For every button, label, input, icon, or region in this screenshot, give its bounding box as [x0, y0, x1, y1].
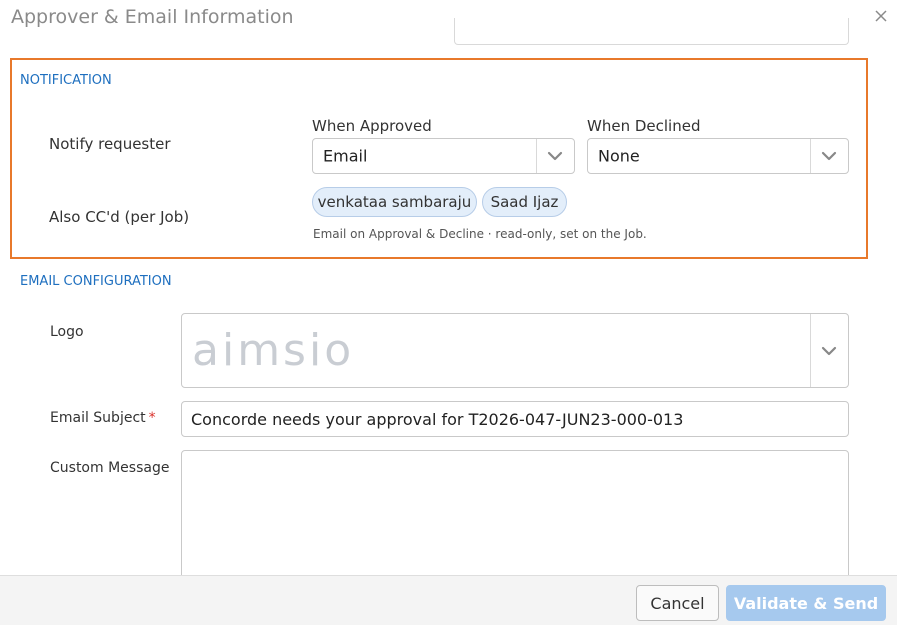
cc-chip[interactable]: venkataa sambaraju — [312, 187, 477, 217]
cancel-button[interactable]: Cancel — [636, 585, 719, 621]
select-divider — [536, 139, 537, 173]
chevron-down-icon — [821, 151, 837, 161]
required-marker: * — [148, 410, 156, 426]
aimsio-logo: aimsio — [192, 332, 354, 372]
dialog-footer: Cancel Validate & Send — [0, 575, 897, 625]
when-approved-label: When Approved — [312, 117, 432, 135]
dialog-title: Approver & Email Information — [11, 6, 294, 28]
notification-heading: NOTIFICATION — [20, 73, 112, 88]
cc-note: Email on Approval & Decline · read-only,… — [313, 227, 647, 241]
logo-text: aimsio — [192, 332, 354, 372]
when-declined-select[interactable]: None — [587, 138, 849, 174]
approver-email-dialog: Approver & Email Information NOTIFICATIO… — [0, 0, 897, 625]
custom-message-textarea[interactable] — [181, 450, 849, 590]
custom-message-label: Custom Message — [50, 460, 170, 476]
cc-chip[interactable]: Saad Ijaz — [482, 187, 567, 217]
also-cc-label: Also CC'd (per Job) — [49, 208, 190, 226]
email-subject-label-text: Email Subject — [50, 410, 146, 426]
email-subject-input[interactable] — [181, 401, 849, 437]
close-icon[interactable] — [872, 7, 890, 25]
when-approved-value: Email — [323, 146, 368, 166]
validate-send-button[interactable]: Validate & Send — [726, 585, 886, 621]
chevron-down-icon — [821, 346, 837, 355]
email-subject-label: Email Subject * — [50, 410, 156, 426]
chevron-down-icon — [547, 151, 563, 161]
when-approved-select[interactable]: Email — [312, 138, 575, 174]
logo-label: Logo — [50, 324, 84, 340]
logo-select[interactable]: aimsio — [181, 313, 849, 388]
previous-field-remnant — [454, 18, 849, 45]
notify-requester-label: Notify requester — [49, 135, 171, 153]
select-divider — [810, 139, 811, 173]
when-declined-label: When Declined — [587, 117, 701, 135]
select-divider — [810, 314, 811, 387]
email-config-heading: EMAIL CONFIGURATION — [20, 274, 172, 289]
when-declined-value: None — [598, 146, 640, 166]
